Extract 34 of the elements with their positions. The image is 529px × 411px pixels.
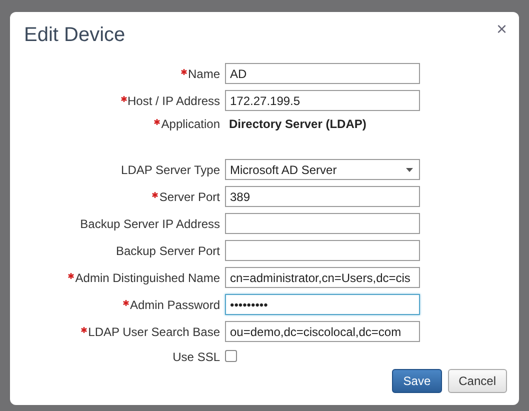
text-field[interactable] <box>225 213 420 234</box>
field-label: Backup Server IP Address <box>80 216 220 230</box>
asterisk-icon <box>180 68 187 74</box>
asterisk-icon <box>152 192 158 198</box>
text-field[interactable] <box>225 240 420 261</box>
asterisk-icon <box>154 119 160 125</box>
server-type-dropdown[interactable]: Microsoft AD Server <box>225 159 420 180</box>
field-label: Backup Server Port <box>116 244 220 258</box>
field-label: Application <box>154 117 220 131</box>
text-field[interactable]: AD <box>225 63 420 84</box>
text-field[interactable]: ou=demo,dc=ciscolocal,dc=com <box>225 321 420 342</box>
dialog-title: Edit Device <box>24 24 126 47</box>
ssl-checkbox[interactable] <box>225 350 237 362</box>
asterisk-icon <box>120 96 126 102</box>
field-label: Admin Password <box>122 298 220 312</box>
field-label: Server Port <box>152 190 220 204</box>
caret-icon <box>406 168 413 172</box>
close-button[interactable]: × <box>496 20 507 38</box>
field-label: Use SSL <box>172 350 220 364</box>
field-label: LDAP Server Type <box>121 162 220 176</box>
cancel-button[interactable]: Cancel <box>448 369 507 393</box>
field-label: Admin Distinguished Name <box>68 270 220 284</box>
field-label: Name <box>180 66 220 80</box>
text-field[interactable]: 172.27.199.5 <box>225 90 420 111</box>
asterisk-icon <box>81 326 88 332</box>
field-label: LDAP User Search Base <box>81 324 220 338</box>
field-label: Host / IP Address <box>120 94 220 108</box>
application-value: Directory Server (LDAP) <box>228 117 368 131</box>
text-field[interactable]: ••••••••• <box>225 294 420 315</box>
text-field[interactable]: cn=administrator,cn=Users,dc=cis <box>225 267 420 288</box>
text-field[interactable]: 389 <box>225 186 420 207</box>
asterisk-icon <box>68 272 74 278</box>
save-button[interactable]: Save <box>392 369 442 393</box>
asterisk-icon <box>122 300 129 306</box>
